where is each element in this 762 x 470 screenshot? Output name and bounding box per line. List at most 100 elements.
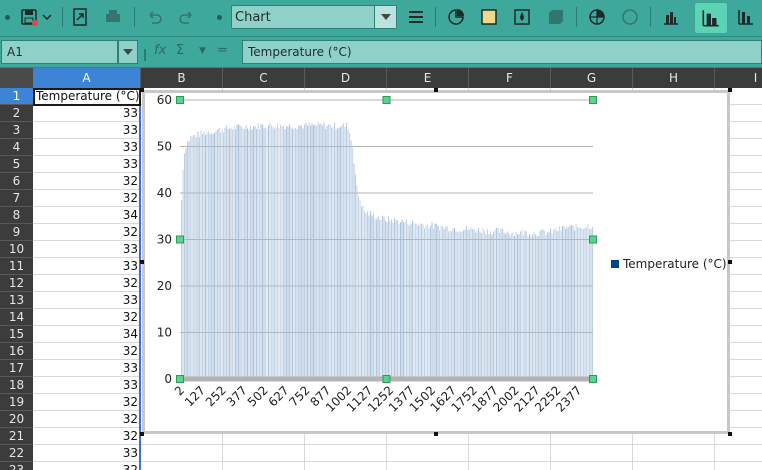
- cell-a21[interactable]: 32: [34, 428, 140, 444]
- cell-a14[interactable]: 32: [34, 309, 140, 325]
- row-header-19[interactable]: 19: [0, 394, 33, 411]
- cell-a10[interactable]: 33: [34, 241, 140, 257]
- chart-area-button[interactable]: [443, 4, 469, 30]
- row-header-13[interactable]: 13: [0, 292, 33, 309]
- row-header-20[interactable]: 20: [0, 411, 33, 428]
- column-header-b[interactable]: B: [141, 68, 223, 88]
- cell-a22[interactable]: 33: [34, 445, 140, 461]
- cell-a17[interactable]: 33: [34, 360, 140, 376]
- cell-a6[interactable]: 32: [34, 173, 140, 189]
- row-header-8[interactable]: 8: [0, 207, 33, 224]
- cell-a15[interactable]: 34: [34, 326, 140, 342]
- save-dropdown-button[interactable]: [40, 4, 54, 30]
- equals-icon[interactable]: =: [217, 43, 228, 59]
- save-button[interactable]: [16, 4, 42, 30]
- chart-element-select[interactable]: Chart: [231, 5, 397, 29]
- function-wizard-icon[interactable]: fx: [154, 43, 166, 59]
- cell-a7[interactable]: 32: [34, 190, 140, 206]
- cell-a11[interactable]: 33: [34, 258, 140, 274]
- name-box-dropdown-button[interactable]: [118, 40, 138, 64]
- plot-selection-handle[interactable]: [176, 235, 184, 244]
- cell-a5[interactable]: 33: [34, 156, 140, 172]
- resize-handle[interactable]: [434, 432, 438, 436]
- plot-selection-handle[interactable]: [589, 96, 597, 104]
- plot-selection-handle[interactable]: [589, 235, 597, 244]
- column-header-g[interactable]: G: [551, 68, 633, 88]
- row-header-12[interactable]: 12: [0, 275, 33, 292]
- chevron-down-icon[interactable]: ▼: [199, 46, 206, 62]
- plot-selection-handle[interactable]: [176, 375, 184, 383]
- data-table-button[interactable]: [617, 4, 643, 30]
- chart-series-button[interactable]: [733, 4, 759, 30]
- column-header-f[interactable]: F: [469, 68, 551, 88]
- cell-a8[interactable]: 34: [34, 207, 140, 223]
- cell-a2[interactable]: 33: [34, 105, 140, 121]
- column-header-i[interactable]: I: [715, 68, 762, 88]
- row-header-3[interactable]: 3: [0, 122, 33, 139]
- data-series-button[interactable]: [694, 2, 728, 34]
- format-selection-button[interactable]: [403, 4, 429, 30]
- cell-a4[interactable]: 33: [34, 139, 140, 155]
- name-box[interactable]: A1: [1, 40, 118, 64]
- cell-a19[interactable]: 32: [34, 394, 140, 410]
- row-header-6[interactable]: 6: [0, 173, 33, 190]
- row-header-2[interactable]: 2: [0, 105, 33, 122]
- row-header-11[interactable]: 11: [0, 258, 33, 275]
- row-header-15[interactable]: 15: [0, 326, 33, 343]
- 3d-view-button[interactable]: [542, 4, 568, 30]
- column-header-a[interactable]: A: [33, 68, 141, 88]
- column-header-e[interactable]: E: [387, 68, 469, 88]
- cell-a23[interactable]: 32: [34, 462, 140, 470]
- row-header-1[interactable]: 1: [0, 88, 33, 105]
- embedded-chart[interactable]: 0 10 20 30 40 50 60 2 127 252 377 502 627 752 877 1002 1…: [142, 90, 730, 434]
- chart-floor-button[interactable]: [509, 4, 535, 30]
- plot-selection-handle[interactable]: [589, 375, 597, 383]
- cell-a3[interactable]: 33: [34, 122, 140, 138]
- plot-selection-handle[interactable]: [176, 96, 184, 104]
- export-button[interactable]: [67, 4, 93, 30]
- column-header-c[interactable]: C: [223, 68, 305, 88]
- chart-element-dropdown-button[interactable]: [374, 6, 396, 28]
- cell-a16[interactable]: 32: [34, 343, 140, 359]
- row-header-23[interactable]: 23: [0, 462, 33, 470]
- resize-handle[interactable]: [728, 260, 732, 264]
- plot-selection-handle[interactable]: [382, 96, 391, 104]
- select-all-corner[interactable]: [0, 68, 33, 88]
- row-header-22[interactable]: 22: [0, 445, 33, 462]
- resize-handle[interactable]: [728, 88, 732, 92]
- resize-handle[interactable]: [140, 260, 144, 264]
- row-header-10[interactable]: 10: [0, 241, 33, 258]
- redo-button[interactable]: [174, 4, 200, 30]
- data-ranges-button[interactable]: [658, 4, 684, 30]
- cell-a18[interactable]: 33: [34, 377, 140, 393]
- chart-canvas[interactable]: 0102030405060212725237750262775287710021…: [145, 93, 727, 431]
- plot-selection-handle[interactable]: [382, 375, 391, 383]
- row-header-16[interactable]: 16: [0, 343, 33, 360]
- cell-a20[interactable]: 32: [34, 411, 140, 427]
- chart-wall-button[interactable]: [476, 4, 502, 30]
- row-header-5[interactable]: 5: [0, 156, 33, 173]
- resize-handle[interactable]: [434, 88, 438, 92]
- resize-handle[interactable]: [728, 432, 732, 436]
- row-header-9[interactable]: 9: [0, 224, 33, 241]
- formula-input[interactable]: Temperature (°C): [242, 40, 762, 64]
- chart-type-button[interactable]: [584, 4, 610, 30]
- toolbar-grip[interactable]: [217, 15, 222, 20]
- cell-a12[interactable]: 32: [34, 275, 140, 291]
- row-header-14[interactable]: 14: [0, 309, 33, 326]
- row-header-21[interactable]: 21: [0, 428, 33, 445]
- toolbar-grip[interactable]: [5, 15, 10, 20]
- column-header-d[interactable]: D: [305, 68, 387, 88]
- column-header-h[interactable]: H: [633, 68, 715, 88]
- print-button[interactable]: [100, 4, 126, 30]
- resize-handle[interactable]: [140, 88, 144, 92]
- cell-a13[interactable]: 33: [34, 292, 140, 308]
- sum-icon[interactable]: Σ: [176, 43, 184, 59]
- row-header-18[interactable]: 18: [0, 377, 33, 394]
- row-header-17[interactable]: 17: [0, 360, 33, 377]
- row-header-4[interactable]: 4: [0, 139, 33, 156]
- resize-handle[interactable]: [140, 432, 144, 436]
- cell-a9[interactable]: 32: [34, 224, 140, 240]
- row-header-7[interactable]: 7: [0, 190, 33, 207]
- undo-button[interactable]: [141, 4, 167, 30]
